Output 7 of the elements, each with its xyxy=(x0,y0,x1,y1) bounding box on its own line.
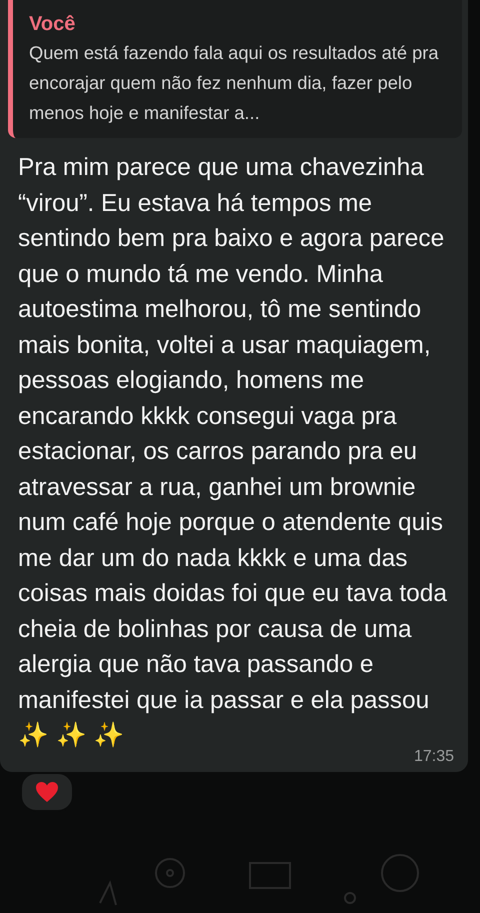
heart-icon xyxy=(35,780,59,802)
message-text: Pra mim parece que uma chavezinha “virou”. Eu estava há tempos me sentindo bem pra baixo e agora parece que o mundo tá me vendo. Minha autoestima melhorou, tô me sentindo mais bonita, voltei a usar maquiagem, pessoas elogiando, homens me encarando kkkk consegui vaga pra estacionar, os carros parando pra eu atravessar a rua, ganhei um brownie num café hoje porque o atendente quis me dar um do nada kkkk e uma das coisas mais doidas foi que eu tava toda cheia de bolinhas por causa de uma alergia que não tava passando e manifestei que ia passar e ela passou ✨ ✨ ✨ xyxy=(18,153,448,750)
message-time: 17:35 xyxy=(414,748,454,766)
reaction-chip[interactable] xyxy=(20,772,74,812)
quote-text: Quem está fazendo fala aqui os resultados até pra encorajar quem não fez nenhum dia, fazer pelo menos hoje e manifestar a... xyxy=(29,41,440,125)
quote-author: Você xyxy=(29,12,76,37)
quoted-message[interactable]: Você Quem está fazendo fala aqui os resultados até pra encorajar quem não fez nenhum dia, fazer pelo menos hoje e manifestar a... xyxy=(8,0,462,138)
